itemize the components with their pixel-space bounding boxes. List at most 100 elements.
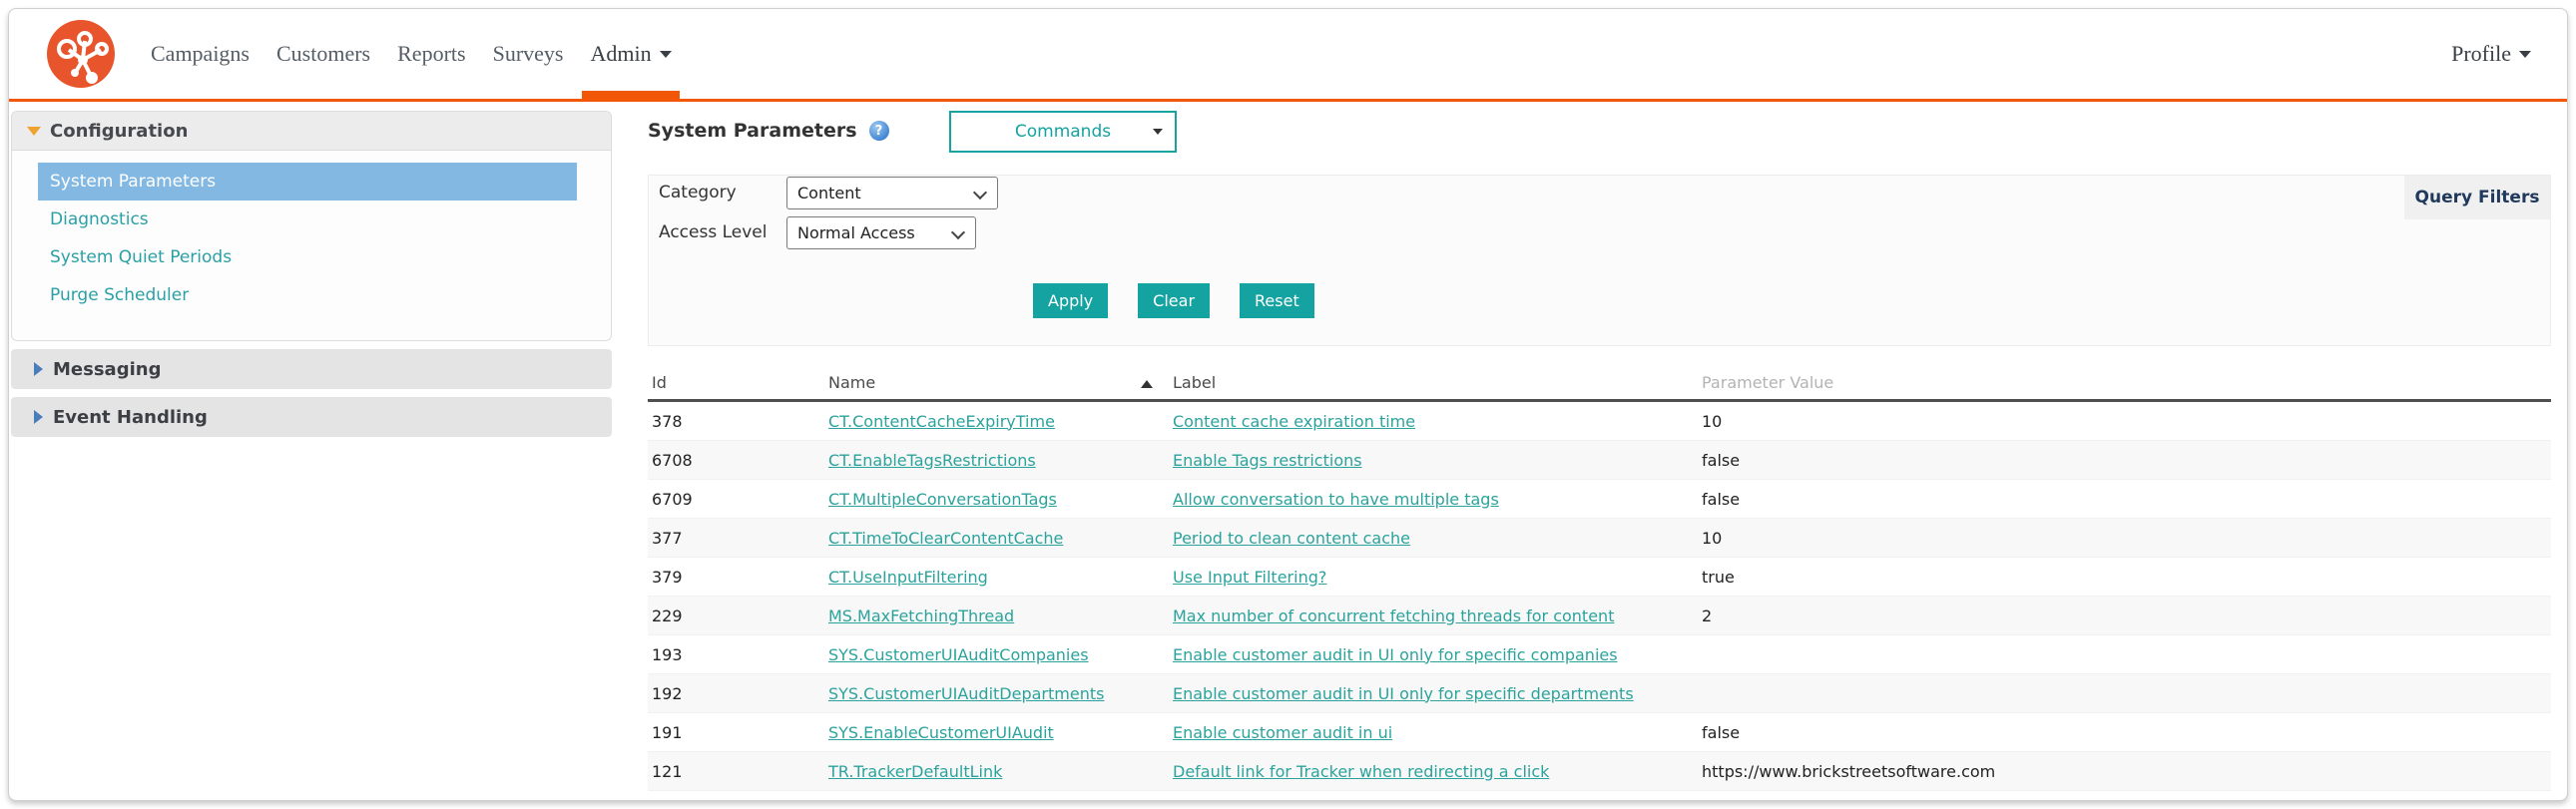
clear-button[interactable]: Clear <box>1138 283 1211 318</box>
parameter-label-link[interactable]: Use Input Filtering? <box>1173 568 1326 587</box>
page-title: System Parameters <box>648 120 857 142</box>
profile-menu[interactable]: Profile <box>2451 9 2531 99</box>
column-header-id[interactable]: Id <box>648 373 824 392</box>
sort-ascending-icon <box>1141 380 1153 388</box>
configuration-panel: Configuration System Parameters Diagnosti… <box>11 111 612 341</box>
nav-item-customers[interactable]: Customers <box>276 9 370 99</box>
table-row: 6709 CT.MultipleConversationTags Allow con… <box>648 480 2551 519</box>
parameter-label-link[interactable]: Default link for Tracker when redirectin… <box>1173 762 1549 781</box>
title-row: System Parameters ? <box>648 105 889 157</box>
parameter-label-link[interactable]: Enable customer audit in UI only for spe… <box>1173 684 1634 703</box>
cell-parameter-value: false <box>1702 489 1741 509</box>
app-card: Campaigns Customers Reports Surveys Admin Pr… <box>8 8 2568 801</box>
parameter-label-link[interactable]: Allow conversation to have multiple tags <box>1173 490 1499 509</box>
cell-parameter-value: https://www.brickstreetsoftware.com <box>1702 761 1996 781</box>
nav-item-surveys[interactable]: Surveys <box>493 9 564 99</box>
access-level-select[interactable]: Normal Access <box>786 215 976 249</box>
parameter-label-link[interactable]: Max number of concurrent fetching thread… <box>1173 607 1614 625</box>
nav-item-reports[interactable]: Reports <box>397 9 465 99</box>
sidebar-item-diagnostics[interactable]: Diagnostics <box>38 201 577 238</box>
help-icon[interactable]: ? <box>868 121 889 141</box>
query-filters-label: Query Filters <box>2414 188 2540 207</box>
section-label: Event Handling <box>53 406 208 428</box>
parameter-name-link[interactable]: SYS.EnableCustomerUIAudit <box>828 723 1054 742</box>
parameter-name-link[interactable]: CT.EnableTagsRestrictions <box>828 451 1036 470</box>
table-row: 121 TR.TrackerDefaultLink Default link for… <box>648 752 2551 791</box>
category-select[interactable]: Content <box>786 176 998 209</box>
sidebar-item-system-parameters[interactable]: System Parameters <box>38 163 577 201</box>
cell-parameter-value: false <box>1702 722 1741 742</box>
nav-item-admin[interactable]: Admin <box>582 9 680 102</box>
profile-label: Profile <box>2451 41 2511 66</box>
cell-id: 377 <box>652 528 683 548</box>
triangle-right-icon <box>34 410 43 424</box>
table-row: 229 MS.MaxFetchingThread Max number of con… <box>648 597 2551 635</box>
parameter-label-link[interactable]: Enable customer audit in UI only for spe… <box>1173 645 1618 664</box>
parameter-name-link[interactable]: SYS.CustomerUIAuditDepartments <box>828 684 1104 703</box>
section-label: Configuration <box>50 120 189 142</box>
section-event-handling[interactable]: Event Handling <box>11 397 612 437</box>
table-header: Id Name Label Parameter Value <box>648 366 2551 402</box>
parameter-name-link[interactable]: MS.MaxFetchingThread <box>828 607 1014 625</box>
access-level-select-value: Normal Access <box>797 222 915 242</box>
nav-item-label: Customers <box>276 41 371 66</box>
cell-id: 6709 <box>652 489 693 509</box>
cell-parameter-value: 10 <box>1702 411 1723 431</box>
table-row: 193 SYS.CustomerUIAuditCompanies Enable cu… <box>648 635 2551 674</box>
cell-parameter-value: 10 <box>1702 528 1723 548</box>
cell-id: 121 <box>652 761 683 781</box>
cell-id: 191 <box>652 722 683 742</box>
sidebar: Configuration System Parameters Diagnosti… <box>11 111 612 437</box>
cell-id: 192 <box>652 683 683 703</box>
column-header-name-label: Name <box>828 373 876 392</box>
parameter-label-link[interactable]: Period to clean content cache <box>1173 529 1410 548</box>
parameter-name-link[interactable]: CT.ContentCacheExpiryTime <box>828 412 1055 431</box>
cell-id: 229 <box>652 606 683 625</box>
commands-dropdown[interactable]: Commands <box>949 111 1177 153</box>
commands-dropdown-value: Commands <box>1014 122 1112 142</box>
nav-item-label: Reports <box>397 41 466 66</box>
table-body: 378 CT.ContentCacheExpiryTime Content cach… <box>648 402 2551 791</box>
sidebar-item-purge-scheduler[interactable]: Purge Scheduler <box>38 276 577 314</box>
parameter-name-link[interactable]: SYS.CustomerUIAuditCompanies <box>828 645 1089 664</box>
category-filter-row: Category Content <box>659 176 2550 209</box>
parameter-label-link[interactable]: Enable Tags restrictions <box>1173 451 1362 470</box>
table-row: 6708 CT.EnableTagsRestrictions Enable Tags… <box>648 441 2551 480</box>
chevron-down-icon <box>1153 129 1163 135</box>
parameter-label-link[interactable]: Content cache expiration time <box>1173 412 1415 431</box>
section-messaging[interactable]: Messaging <box>11 349 612 389</box>
table-row: 191 SYS.EnableCustomerUIAudit Enable custo… <box>648 713 2551 752</box>
query-filters-tab[interactable]: Query Filters <box>2404 176 2550 219</box>
parameter-name-link[interactable]: CT.UseInputFiltering <box>828 568 988 587</box>
cell-id: 378 <box>652 411 683 431</box>
parameter-name-link[interactable]: TR.TrackerDefaultLink <box>828 762 1002 781</box>
chevron-down-icon <box>972 185 988 200</box>
triangle-right-icon <box>34 362 43 376</box>
parameter-name-link[interactable]: CT.MultipleConversationTags <box>828 490 1057 509</box>
column-header-name[interactable]: Name <box>824 373 1169 392</box>
parameter-label-link[interactable]: Enable customer audit in ui <box>1173 723 1392 742</box>
table-row: 192 SYS.CustomerUIAuditDepartments Enable … <box>648 674 2551 713</box>
section-configuration[interactable]: Configuration <box>12 112 611 151</box>
nav-item-label: Surveys <box>492 41 564 66</box>
column-header-label[interactable]: Label <box>1169 373 1698 392</box>
column-header-parameter-value: Parameter Value <box>1702 373 1834 392</box>
section-label: Messaging <box>53 358 162 380</box>
cell-id: 193 <box>652 644 683 664</box>
nav-item-campaigns[interactable]: Campaigns <box>151 9 250 99</box>
sidebar-item-system-quiet-periods[interactable]: System Quiet Periods <box>38 238 577 276</box>
access-level-filter-row: Access Level Normal Access <box>659 215 2550 249</box>
cell-parameter-value: 2 <box>1702 606 1713 625</box>
query-filters-panel: Query Filters Category Content Access Le… <box>648 175 2551 346</box>
parameters-table: Id Name Label Parameter Value 378 CT.Cont… <box>648 366 2551 791</box>
parameter-name-link[interactable]: CT.TimeToClearContentCache <box>828 529 1063 548</box>
chevron-down-icon <box>950 224 966 239</box>
top-navigation-bar: Campaigns Customers Reports Surveys Admin Pr… <box>9 9 2567 102</box>
triangle-down-icon <box>27 126 41 136</box>
reset-button[interactable]: Reset <box>1240 283 1314 318</box>
apply-button[interactable]: Apply <box>1033 283 1109 318</box>
app-window: Campaigns Customers Reports Surveys Admin Pr… <box>0 0 2576 809</box>
filter-buttons-row: Apply Clear Reset <box>1033 283 1344 318</box>
cell-parameter-value: false <box>1702 450 1741 470</box>
main-nav: Campaigns Customers Reports Surveys Admin <box>151 9 699 102</box>
